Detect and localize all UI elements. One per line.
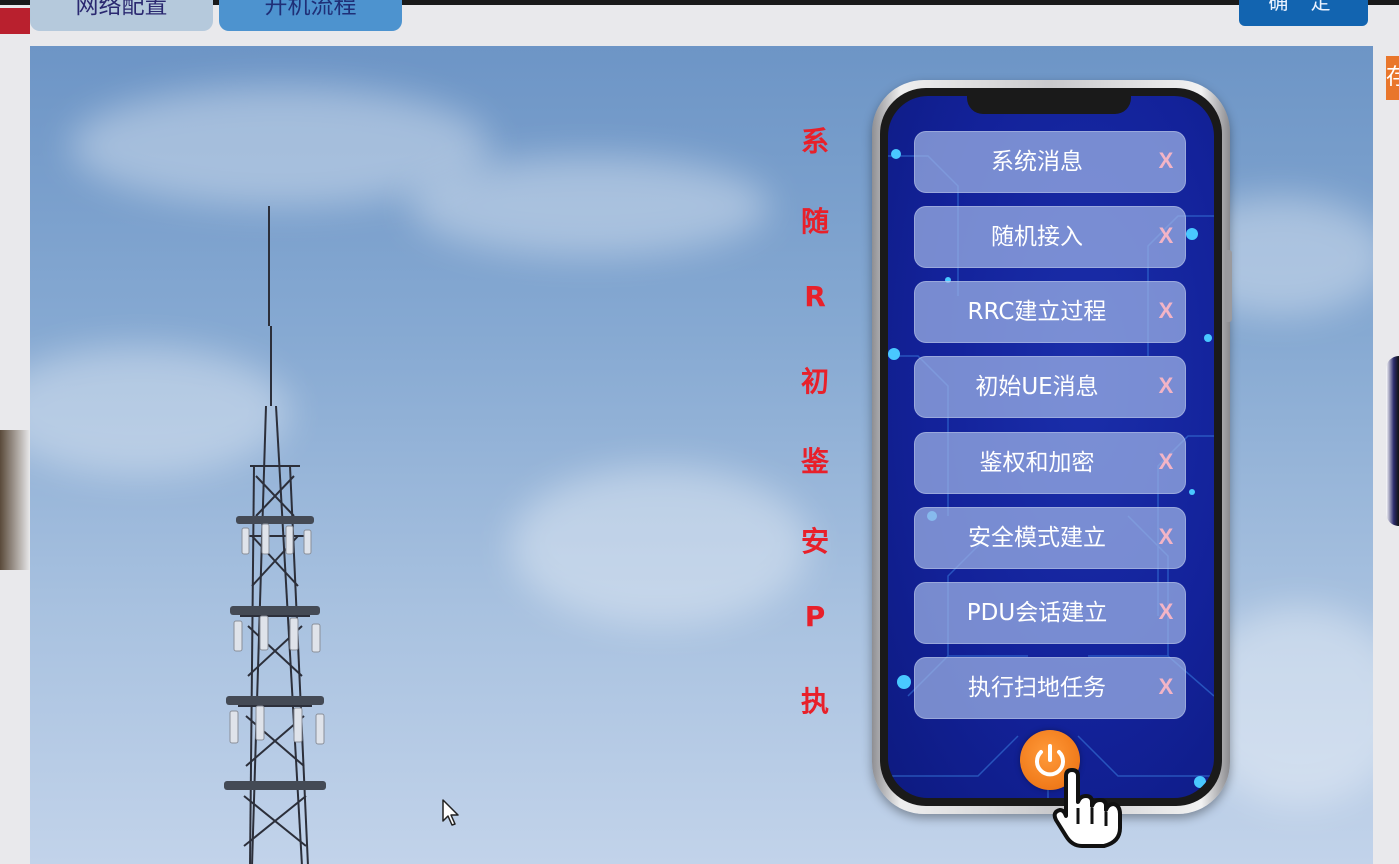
side-label: 随 xyxy=(800,205,829,238)
confirm-button[interactable]: 确 定 xyxy=(1239,0,1368,26)
menu-item[interactable]: RRC建立过程 X xyxy=(914,281,1186,343)
cell-tower-image xyxy=(224,206,326,864)
close-icon[interactable]: X xyxy=(1154,206,1178,268)
menu-item-label: 初始UE消息 xyxy=(975,374,1099,400)
menu-item[interactable]: 初始UE消息 X xyxy=(914,356,1186,418)
tab-boot-process[interactable]: 开机流程 xyxy=(219,0,402,31)
menu-item-label: 鉴权和加密 xyxy=(979,450,1095,476)
menu-item-label: 安全模式建立 xyxy=(968,525,1106,551)
close-icon[interactable]: X xyxy=(1154,507,1178,569)
menu-item-label: PDU会话建立 xyxy=(966,600,1108,626)
side-label: 系 xyxy=(800,125,829,158)
arrow-cursor-icon xyxy=(442,799,459,826)
close-icon[interactable]: X xyxy=(1154,582,1178,644)
side-label: 执 xyxy=(800,685,829,718)
side-label: R xyxy=(804,280,826,313)
right-edge-decoration xyxy=(1386,356,1399,526)
close-icon[interactable]: X xyxy=(1154,131,1178,193)
menu-item[interactable]: 鉴权和加密 X xyxy=(914,432,1186,494)
close-icon[interactable]: X xyxy=(1154,356,1178,418)
phone-notch xyxy=(967,88,1131,114)
cloud xyxy=(410,156,770,256)
background-red-band xyxy=(0,8,30,34)
close-icon[interactable]: X xyxy=(1154,657,1178,719)
tab-label: 网络配置 xyxy=(75,0,168,19)
menu-item[interactable]: 安全模式建立 X xyxy=(914,507,1186,569)
background-left-decoration xyxy=(0,430,30,570)
side-label: 初 xyxy=(800,365,829,398)
menu-item[interactable]: 系统消息 X xyxy=(914,131,1186,193)
menu-item-label: RRC建立过程 xyxy=(967,299,1107,325)
menu-item[interactable]: PDU会话建立 X xyxy=(914,582,1186,644)
side-label: 安 xyxy=(800,525,829,558)
tab-label: 开机流程 xyxy=(264,0,357,19)
menu-item[interactable]: 执行扫地任务 X xyxy=(914,657,1186,719)
close-icon[interactable]: X xyxy=(1154,281,1178,343)
confirm-button-label: 确 定 xyxy=(1268,0,1339,14)
menu-item[interactable]: 随机接入 X xyxy=(914,206,1186,268)
side-label: P xyxy=(804,600,826,633)
side-label: 鉴 xyxy=(800,445,829,478)
menu-item-label: 执行扫地任务 xyxy=(968,675,1106,701)
menu-item-label: 系统消息 xyxy=(991,149,1083,175)
close-icon[interactable]: X xyxy=(1154,432,1178,494)
right-edge-glyph: 存 xyxy=(1386,65,1399,90)
hand-pointer-icon xyxy=(1052,768,1122,848)
cloud xyxy=(510,466,810,626)
phone-side-button xyxy=(1226,250,1232,322)
menu-item-label: 随机接入 xyxy=(991,224,1083,250)
tab-network-config[interactable]: 网络配置 xyxy=(30,0,213,31)
right-edge-orange-tab: 存 xyxy=(1386,56,1399,100)
